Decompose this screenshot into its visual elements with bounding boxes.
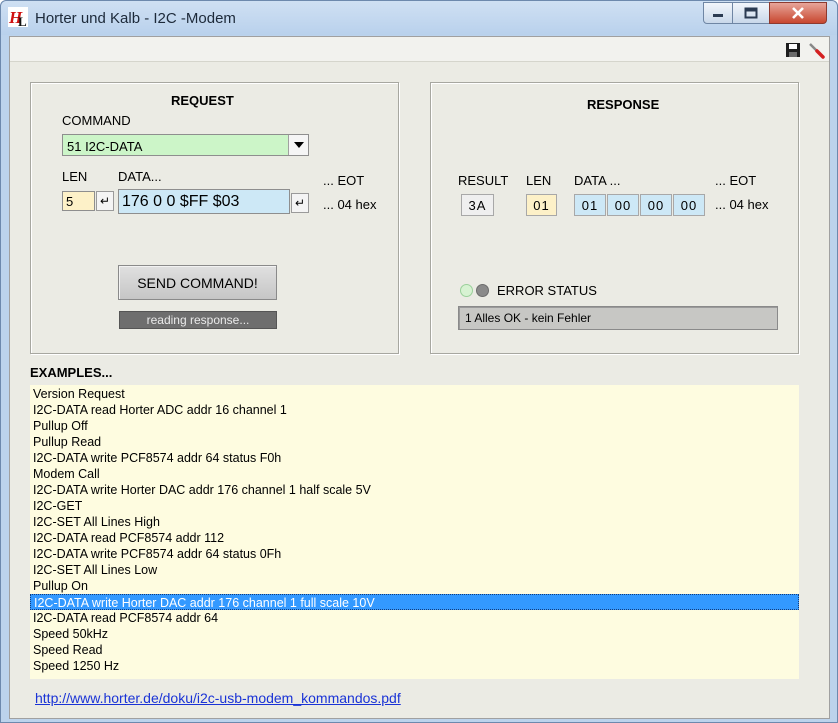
eot-label: ... EOT: [323, 173, 365, 188]
status-led-error: [476, 284, 489, 297]
response-title: RESPONSE: [587, 97, 660, 112]
request-title: REQUEST: [171, 93, 234, 108]
minimize-button[interactable]: [703, 2, 733, 24]
client-area: REQUEST COMMAND 51 I2C-DATA LEN DATA... …: [9, 36, 830, 719]
send-command-button[interactable]: SEND COMMAND!: [118, 265, 277, 300]
list-item[interactable]: Pullup On: [30, 578, 799, 594]
list-item[interactable]: Modem Call: [30, 466, 799, 482]
enter-icon: ↵: [99, 194, 111, 208]
data-input-value: 176 0 0 $FF $03: [122, 193, 240, 210]
list-item[interactable]: Speed 1250 Hz: [30, 658, 799, 674]
tools-icon[interactable]: [807, 41, 825, 59]
dropdown-arrow[interactable]: [288, 135, 308, 155]
list-item[interactable]: I2C-SET All Lines Low: [30, 562, 799, 578]
response-len-value: 01: [526, 194, 557, 216]
chevron-down-icon: [293, 142, 304, 148]
list-item[interactable]: Pullup Read: [30, 434, 799, 450]
result-label: RESULT: [458, 173, 509, 188]
eot-value: ... 04 hex: [323, 197, 377, 212]
list-item[interactable]: I2C-DATA write PCF8574 addr 64 status F0…: [30, 450, 799, 466]
enter-icon: ↵: [294, 196, 306, 210]
window-title: Horter und Kalb - I2C -Modem: [35, 10, 236, 27]
data-label: DATA...: [118, 169, 162, 184]
command-label: COMMAND: [62, 113, 131, 128]
documentation-link[interactable]: http://www.horter.de/doku/i2c-usb-modem_…: [35, 690, 401, 706]
list-item[interactable]: Speed 50kHz: [30, 626, 799, 642]
command-dropdown[interactable]: 51 I2C-DATA: [62, 134, 309, 156]
command-value: 51 I2C-DATA: [67, 139, 143, 154]
list-item[interactable]: Pullup Off: [30, 418, 799, 434]
error-status-label: ERROR STATUS: [497, 283, 597, 298]
response-len-label: LEN: [526, 173, 552, 188]
save-icon[interactable]: [784, 41, 802, 59]
minimize-icon: [713, 14, 723, 17]
svg-text:L: L: [18, 14, 27, 27]
data-input[interactable]: 176 0 0 $FF $03: [118, 189, 290, 214]
examples-title: EXAMPLES...: [30, 365, 113, 380]
list-item[interactable]: I2C-GET: [30, 498, 799, 514]
app-logo-icon: H L: [8, 7, 28, 27]
response-eot-value: ... 04 hex: [715, 197, 769, 212]
response-data-byte: 01: [574, 194, 606, 216]
list-item[interactable]: I2C-DATA write PCF8574 addr 64 status 0F…: [30, 546, 799, 562]
list-item[interactable]: I2C-SET All Lines High: [30, 514, 799, 530]
error-status-field: 1 Alles OK - kein Fehler: [458, 306, 778, 330]
list-item[interactable]: I2C-DATA write Horter DAC addr 176 chann…: [30, 482, 799, 498]
len-input[interactable]: 5: [62, 191, 95, 211]
close-icon: [792, 7, 804, 19]
data-enter-button[interactable]: ↵: [291, 193, 309, 213]
len-input-value: 5: [66, 194, 74, 209]
maximize-button[interactable]: [732, 2, 770, 24]
close-button[interactable]: [769, 2, 827, 24]
response-data-byte: 00: [607, 194, 639, 216]
list-item[interactable]: I2C-DATA read Horter ADC addr 16 channel…: [30, 402, 799, 418]
request-panel: REQUEST COMMAND 51 I2C-DATA LEN DATA... …: [30, 82, 399, 354]
response-data-label: DATA ...: [574, 173, 621, 188]
len-enter-button[interactable]: ↵: [96, 191, 114, 211]
maximize-icon: [744, 7, 758, 19]
examples-list[interactable]: Version Request I2C-DATA read Horter ADC …: [30, 385, 799, 679]
list-item[interactable]: Speed Read: [30, 642, 799, 658]
list-item[interactable]: I2C-DATA read PCF8574 addr 112: [30, 530, 799, 546]
app-window: H L Horter und Kalb - I2C -Modem REQUEST…: [0, 0, 838, 723]
list-item[interactable]: I2C-DATA write Horter DAC addr 176 chann…: [30, 594, 799, 610]
list-item[interactable]: I2C-DATA read PCF8574 addr 64: [30, 610, 799, 626]
response-panel: RESPONSE RESULT LEN DATA ... ... EOT ...…: [430, 82, 799, 354]
response-data-byte: 00: [640, 194, 672, 216]
response-eot-label: ... EOT: [715, 173, 757, 188]
list-item[interactable]: Version Request: [30, 386, 799, 402]
toolbar: [10, 37, 829, 62]
title-bar[interactable]: H L Horter und Kalb - I2C -Modem: [1, 1, 837, 35]
len-label: LEN: [62, 169, 88, 184]
response-data-byte: 00: [673, 194, 705, 216]
result-value: 3A: [461, 194, 494, 216]
reading-response-progress: reading response...: [119, 311, 277, 329]
status-led-ok: [460, 284, 473, 297]
